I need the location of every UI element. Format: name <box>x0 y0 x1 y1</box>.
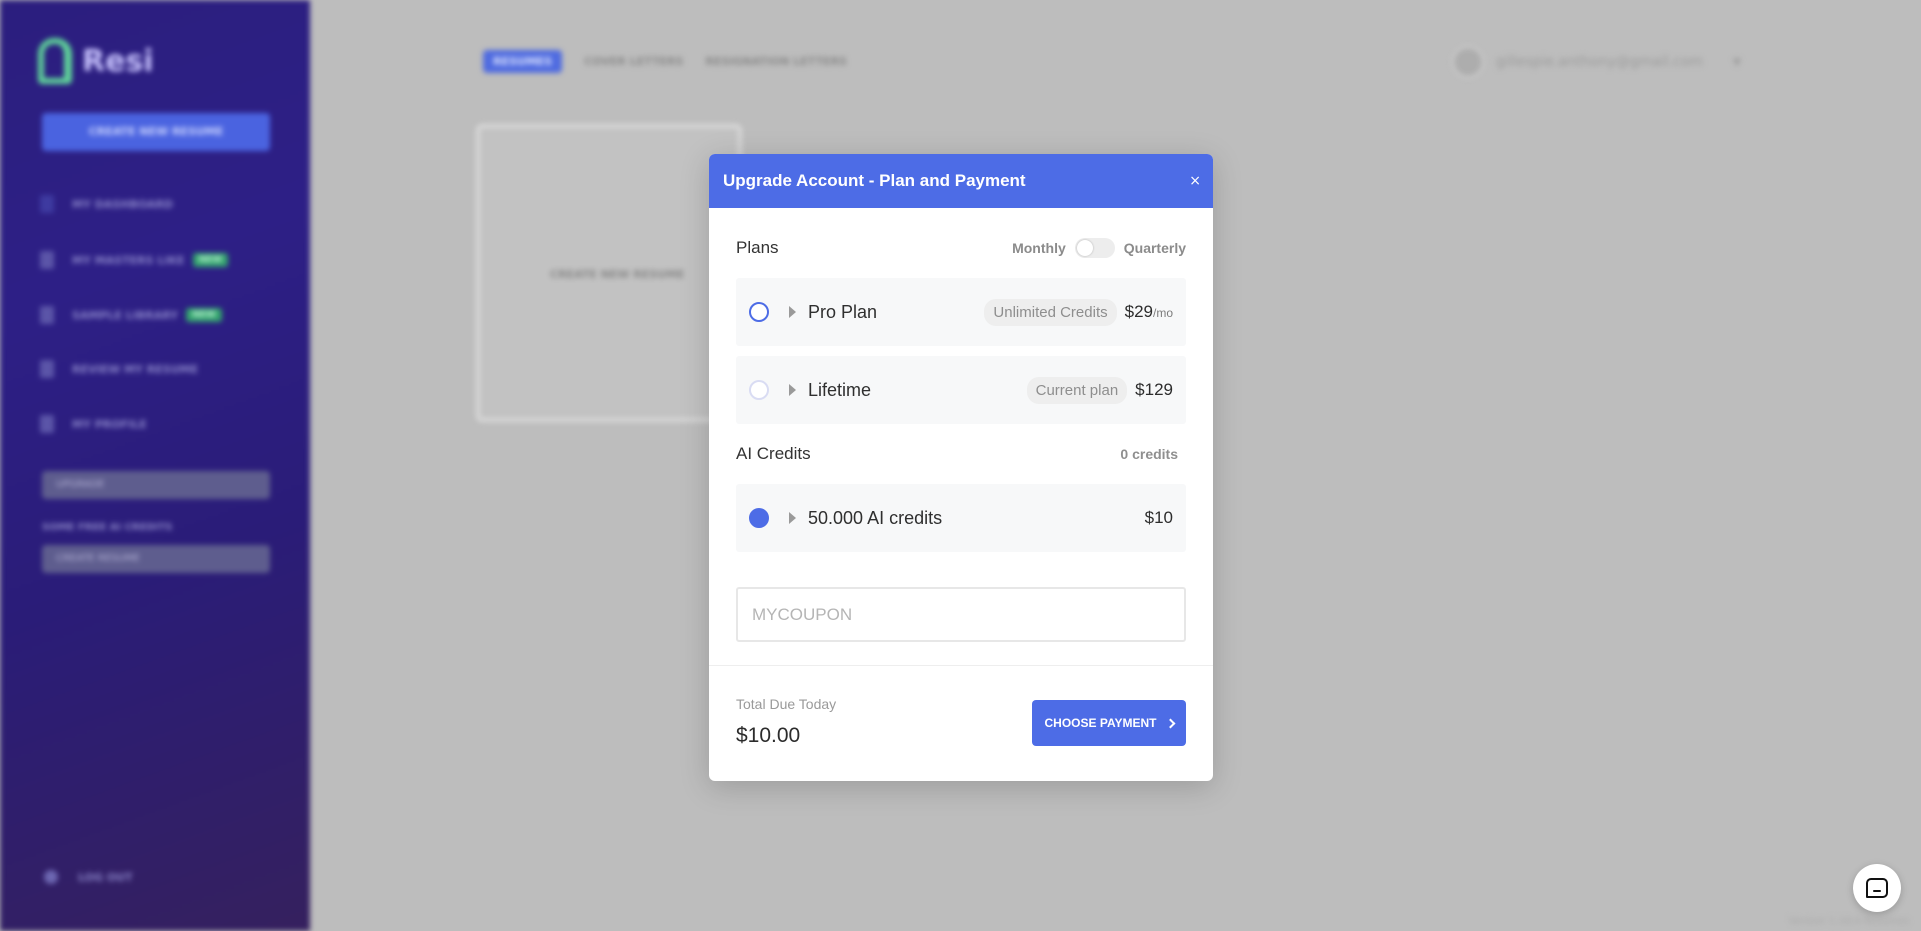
plan-option-pro[interactable]: Pro Plan Unlimited Credits $29/mo <box>736 278 1186 346</box>
total-due-value: $10.00 <box>736 724 801 747</box>
toggle-monthly-label: Monthly <box>1012 240 1066 256</box>
total-due-label: Total Due Today <box>736 696 837 712</box>
credits-header: AI Credits 0 credits <box>736 444 1186 464</box>
billing-switch[interactable] <box>1074 238 1115 258</box>
coupon-input[interactable] <box>736 587 1186 642</box>
plan-badge: Unlimited Credits <box>984 298 1117 326</box>
plans-title: Plans <box>736 238 779 257</box>
credits-option[interactable]: 50.000 AI credits $10 <box>736 484 1186 552</box>
sidebar: Resi CREATE NEW RESUME MY DASHBOARD MY M… <box>0 0 310 931</box>
tab-resumes[interactable]: RESUMES <box>483 50 563 73</box>
credits-radio[interactable] <box>749 508 769 528</box>
chevron-down-icon: ▼ <box>1733 56 1741 68</box>
chat-bubble-icon <box>1866 878 1888 898</box>
sidebar-item-dashboard[interactable]: MY DASHBOARD <box>40 193 173 215</box>
sidebar-item-sample-library[interactable]: SAMPLE LIBRARY NEW <box>40 304 222 326</box>
document-icon <box>40 251 54 269</box>
plan-price-unit: /mo <box>1152 306 1173 320</box>
sidebar-item-profile[interactable]: MY PROFILE <box>40 413 147 435</box>
upgrade-select[interactable]: UPGRADE <box>42 471 270 499</box>
tab-resignation-letters[interactable]: RESIGNATION LETTERS <box>705 55 847 68</box>
current-plan-badge: Current plan <box>1026 376 1128 404</box>
document-icon <box>40 360 54 378</box>
credits-count: 0 credits <box>1120 446 1178 462</box>
dashboard-icon <box>40 195 54 213</box>
new-card-label: CREATE NEW RESUME <box>550 268 685 281</box>
logout-label: LOG OUT <box>78 870 133 884</box>
credits-option-price: $10 <box>1144 508 1173 527</box>
footer-divider <box>709 665 1213 666</box>
tab-cover-letters[interactable]: COVER LETTERS <box>584 55 683 68</box>
sidebar-item-label: MY MASTERS LIKE <box>72 253 185 267</box>
caret-right-icon[interactable] <box>789 306 796 318</box>
plan-radio[interactable] <box>749 380 769 400</box>
sidebar-item-label: MY PROFILE <box>72 417 147 431</box>
create-new-resume-card[interactable]: CREATE NEW RESUME <box>476 124 742 422</box>
new-badge: NEW <box>186 308 222 322</box>
modal-header: Upgrade Account - Plan and Payment × <box>709 154 1213 208</box>
chevron-right-icon <box>1165 718 1175 728</box>
avatar <box>1452 46 1484 78</box>
credits-label: SOME FREE AI CREDITS <box>42 522 173 533</box>
plan-price-value: $29 <box>1124 302 1153 321</box>
toggle-quarterly-label: Quarterly <box>1123 240 1186 256</box>
plan-name: Lifetime <box>808 379 872 400</box>
close-icon[interactable]: × <box>1189 174 1201 188</box>
plan-name: Pro Plan <box>808 301 878 322</box>
new-badge: NEW <box>192 253 229 267</box>
upgrade-modal: Upgrade Account - Plan and Payment × Pla… <box>709 154 1213 781</box>
plan-option-lifetime[interactable]: Lifetime Current plan $129 <box>736 356 1186 424</box>
document-icon <box>40 306 54 324</box>
modal-title: Upgrade Account - Plan and Payment <box>723 171 1026 190</box>
caret-right-icon[interactable] <box>789 512 796 524</box>
caret-right-icon[interactable] <box>789 384 796 396</box>
sidebar-item-label: SAMPLE LIBRARY <box>72 308 179 322</box>
plans-header: Plans Monthly Quarterly <box>736 238 1186 258</box>
choose-payment-label: CHOOSE PAYMENT <box>1044 716 1157 730</box>
version-text: Version 1.18.0 Resumes <box>1788 916 1909 927</box>
document-icon <box>40 415 54 433</box>
plan-price: $29/mo <box>1125 302 1173 322</box>
create-new-resume-button[interactable]: CREATE NEW RESUME <box>42 113 270 151</box>
user-email: gillespie.anthony@gmail.com <box>1496 54 1704 70</box>
switch-knob <box>1076 240 1093 256</box>
logo-icon <box>38 38 72 84</box>
sidebar-item-review[interactable]: REVIEW MY RESUME <box>40 358 198 380</box>
sidebar-item-label: REVIEW MY RESUME <box>72 362 199 376</box>
plan-radio[interactable] <box>749 302 769 322</box>
choose-payment-button[interactable]: CHOOSE PAYMENT <box>1032 700 1186 746</box>
resume-select[interactable]: CREATE RESUME <box>42 545 270 573</box>
credits-option-name: 50.000 AI credits <box>808 507 943 528</box>
sidebar-item-label: MY DASHBOARD <box>72 197 174 211</box>
logout-icon <box>44 870 58 884</box>
brand-name: Resi <box>82 44 154 79</box>
billing-period-toggle: Monthly Quarterly <box>1012 238 1186 258</box>
plan-price: $129 <box>1135 380 1173 399</box>
chat-launcher-button[interactable] <box>1853 864 1901 912</box>
sidebar-item-masters[interactable]: MY MASTERS LIKE NEW <box>40 249 229 271</box>
user-menu[interactable]: gillespie.anthony@gmail.com ▼ <box>1452 46 1741 78</box>
logout-link[interactable]: LOG OUT <box>44 870 133 884</box>
top-nav: RESUMES COVER LETTERS RESIGNATION LETTER… <box>483 50 847 73</box>
ai-credits-title: AI Credits <box>736 444 811 463</box>
